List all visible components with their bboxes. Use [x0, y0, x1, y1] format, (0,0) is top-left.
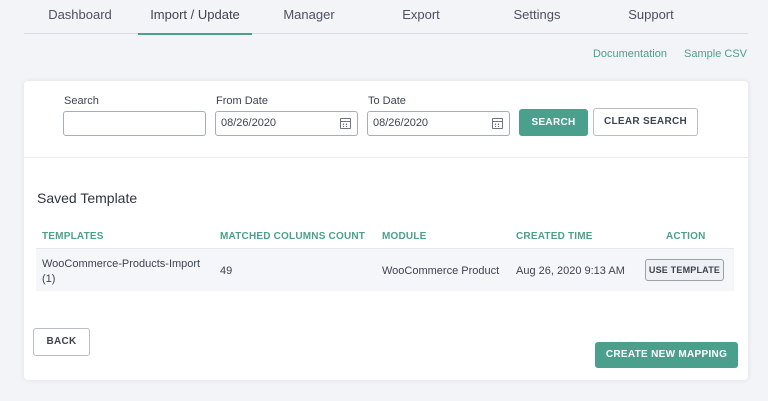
created-time: Aug 26, 2020 9:13 AM	[516, 265, 625, 277]
from-date-value: 08/26/2020	[221, 117, 277, 129]
sample-csv-link[interactable]: Sample CSV	[684, 48, 747, 60]
column-header-action: ACTION	[666, 231, 706, 242]
back-button[interactable]: BACK	[33, 328, 90, 356]
search-button[interactable]: SEARCH	[519, 109, 588, 136]
to-date-label: To Date	[368, 95, 406, 107]
column-header-module: MODULE	[382, 231, 427, 242]
top-navigation: Dashboard Import / Update Manager Export…	[24, 0, 748, 35]
matched-columns-count: 49	[220, 265, 233, 277]
column-header-templates: TEMPLATES	[42, 231, 104, 242]
divider	[24, 157, 748, 158]
from-date-input[interactable]: 08/26/2020	[215, 111, 358, 136]
calendar-icon[interactable]	[340, 118, 351, 129]
documentation-link[interactable]: Documentation	[593, 48, 667, 60]
help-links: Documentation Sample CSV	[579, 48, 747, 60]
table-header: TEMPLATES MATCHED COLUMNS COUNT MODULE C…	[36, 223, 734, 249]
tab-export[interactable]: Export	[376, 0, 466, 34]
template-name: WooCommerce-Products-Import	[42, 258, 201, 270]
column-header-created-time: CREATED TIME	[516, 231, 593, 242]
tab-settings[interactable]: Settings	[492, 0, 582, 34]
use-template-button[interactable]: USE TEMPLATE	[645, 259, 724, 281]
table-row: WooCommerce-Products-Import (1) 49 WooCo…	[36, 249, 734, 291]
from-date-label: From Date	[216, 95, 268, 107]
tab-manager[interactable]: Manager	[264, 0, 354, 34]
to-date-input[interactable]: 08/26/2020	[367, 111, 510, 136]
main-card: Search From Date 08/26/2020 To Date 08/2…	[24, 81, 748, 380]
calendar-icon[interactable]	[492, 118, 503, 129]
module-name: WooCommerce Product	[382, 265, 500, 277]
tab-import-update[interactable]: Import / Update	[138, 0, 252, 35]
saved-template-title: Saved Template	[37, 190, 138, 206]
create-new-mapping-button[interactable]: CREATE NEW MAPPING	[595, 342, 738, 368]
template-name-suffix: (1)	[42, 273, 56, 285]
search-label: Search	[64, 95, 99, 107]
to-date-value: 08/26/2020	[373, 117, 429, 129]
tab-dashboard[interactable]: Dashboard	[32, 0, 128, 34]
tab-support[interactable]: Support	[606, 0, 696, 34]
column-header-matched-columns: MATCHED COLUMNS COUNT	[220, 231, 366, 242]
clear-search-button[interactable]: CLEAR SEARCH	[593, 108, 698, 136]
search-input[interactable]	[63, 111, 206, 136]
